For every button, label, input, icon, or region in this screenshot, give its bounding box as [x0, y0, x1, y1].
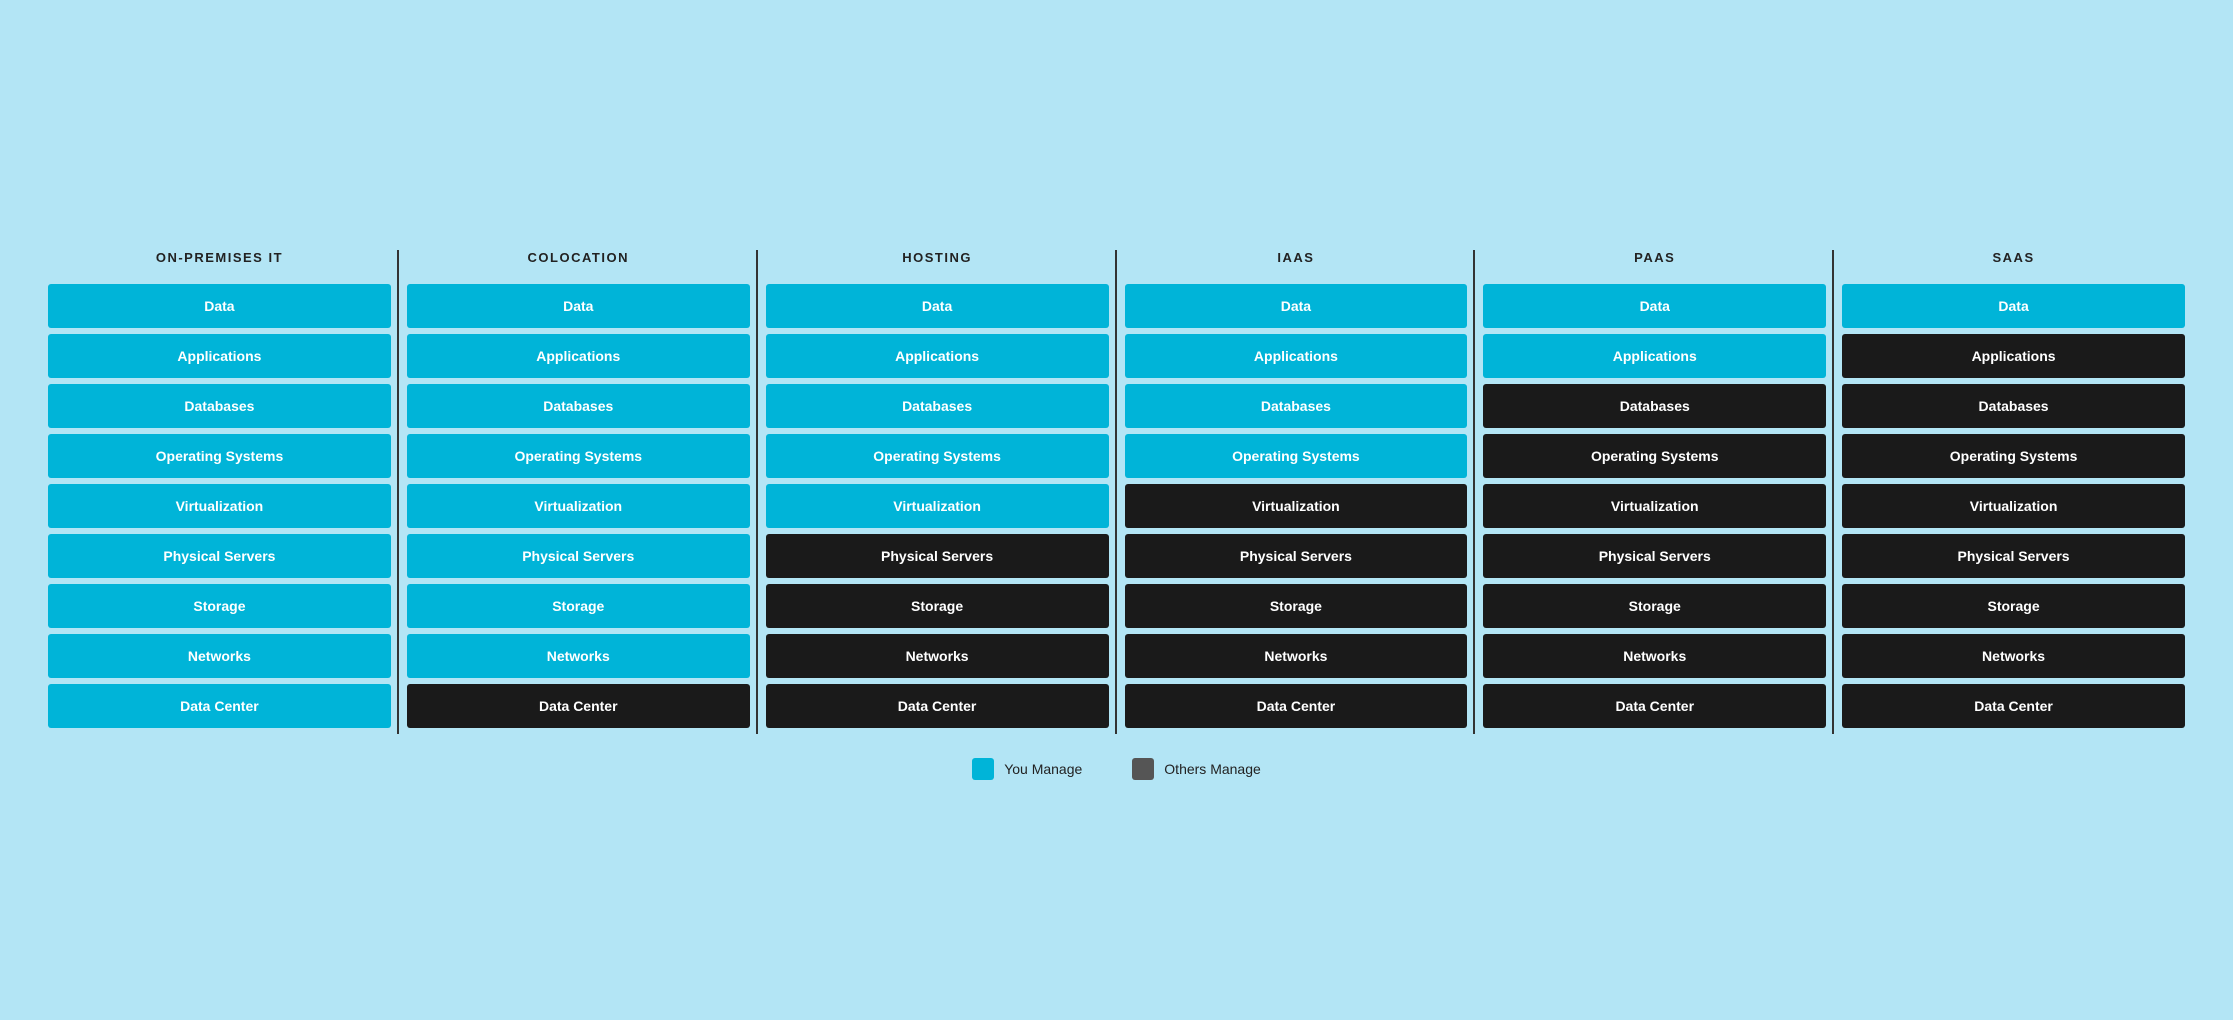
- legend-box-dark: [1132, 758, 1154, 780]
- legend-you-manage-label: You Manage: [1004, 761, 1082, 777]
- cell-colocation-virtualization: Virtualization: [407, 484, 750, 528]
- cell-paas-applications: Applications: [1483, 334, 1826, 378]
- legend: You Manage Others Manage: [40, 758, 2193, 780]
- column-hosting: HOSTING Data Applications Databases Operatin…: [758, 250, 1117, 735]
- column-saas: SaaS Data Applications Databases Operating S…: [1834, 250, 2193, 735]
- main-container: ON-PREMISES IT Data Applications Databases O…: [20, 220, 2213, 801]
- cell-iaas-databases: Databases: [1125, 384, 1468, 428]
- cell-iaas-storage: Storage: [1125, 584, 1468, 628]
- cell-iaas-virtualization: Virtualization: [1125, 484, 1468, 528]
- cell-paas-physical-servers: Physical Servers: [1483, 534, 1826, 578]
- cell-hosting-data: Data: [766, 284, 1109, 328]
- cell-iaas-data: Data: [1125, 284, 1468, 328]
- cell-saas-data-center: Data Center: [1842, 684, 2185, 728]
- legend-you-manage: You Manage: [972, 758, 1082, 780]
- column-header-saas: SaaS: [1989, 250, 2039, 267]
- cell-saas-databases: Databases: [1842, 384, 2185, 428]
- cell-hosting-networks: Networks: [766, 634, 1109, 678]
- cell-on-premises-data: Data: [48, 284, 391, 328]
- cell-colocation-physical-servers: Physical Servers: [407, 534, 750, 578]
- cell-hosting-applications: Applications: [766, 334, 1109, 378]
- cell-saas-storage: Storage: [1842, 584, 2185, 628]
- column-header-hosting: HOSTING: [898, 250, 976, 267]
- cell-colocation-applications: Applications: [407, 334, 750, 378]
- cell-hosting-storage: Storage: [766, 584, 1109, 628]
- cell-on-premises-applications: Applications: [48, 334, 391, 378]
- column-header-paas: PaaS: [1630, 250, 1679, 267]
- cell-iaas-data-center: Data Center: [1125, 684, 1468, 728]
- cell-iaas-networks: Networks: [1125, 634, 1468, 678]
- cell-hosting-physical-servers: Physical Servers: [766, 534, 1109, 578]
- cell-hosting-databases: Databases: [766, 384, 1109, 428]
- cell-iaas-operating-systems: Operating Systems: [1125, 434, 1468, 478]
- column-iaas: IaaS Data Applications Databases Operating S…: [1117, 250, 1476, 735]
- cell-on-premises-networks: Networks: [48, 634, 391, 678]
- cell-saas-networks: Networks: [1842, 634, 2185, 678]
- legend-others-manage-label: Others Manage: [1164, 761, 1261, 777]
- cell-colocation-data: Data: [407, 284, 750, 328]
- column-on-premises: ON-PREMISES IT Data Applications Databases O…: [40, 250, 399, 735]
- cell-on-premises-data-center: Data Center: [48, 684, 391, 728]
- column-header-on-premises: ON-PREMISES IT: [152, 250, 287, 267]
- cell-saas-operating-systems: Operating Systems: [1842, 434, 2185, 478]
- cell-on-premises-databases: Databases: [48, 384, 391, 428]
- cell-saas-applications: Applications: [1842, 334, 2185, 378]
- cell-paas-operating-systems: Operating Systems: [1483, 434, 1826, 478]
- cell-colocation-networks: Networks: [407, 634, 750, 678]
- legend-others-manage: Others Manage: [1132, 758, 1261, 780]
- cell-paas-databases: Databases: [1483, 384, 1826, 428]
- cell-saas-virtualization: Virtualization: [1842, 484, 2185, 528]
- cell-paas-virtualization: Virtualization: [1483, 484, 1826, 528]
- cell-on-premises-virtualization: Virtualization: [48, 484, 391, 528]
- cell-on-premises-storage: Storage: [48, 584, 391, 628]
- cell-on-premises-physical-servers: Physical Servers: [48, 534, 391, 578]
- cell-colocation-operating-systems: Operating Systems: [407, 434, 750, 478]
- columns-wrapper: ON-PREMISES IT Data Applications Databases O…: [40, 250, 2193, 735]
- legend-box-blue: [972, 758, 994, 780]
- cell-iaas-applications: Applications: [1125, 334, 1468, 378]
- cell-colocation-storage: Storage: [407, 584, 750, 628]
- cell-colocation-databases: Databases: [407, 384, 750, 428]
- cell-colocation-data-center: Data Center: [407, 684, 750, 728]
- column-header-colocation: COLOCATION: [524, 250, 633, 267]
- cell-paas-data: Data: [1483, 284, 1826, 328]
- cell-hosting-operating-systems: Operating Systems: [766, 434, 1109, 478]
- cell-on-premises-operating-systems: Operating Systems: [48, 434, 391, 478]
- cell-saas-physical-servers: Physical Servers: [1842, 534, 2185, 578]
- column-header-iaas: IaaS: [1273, 250, 1318, 267]
- cell-hosting-data-center: Data Center: [766, 684, 1109, 728]
- cell-paas-data-center: Data Center: [1483, 684, 1826, 728]
- cell-paas-networks: Networks: [1483, 634, 1826, 678]
- cell-saas-data: Data: [1842, 284, 2185, 328]
- column-colocation: COLOCATION Data Applications Databases Opera…: [399, 250, 758, 735]
- cell-paas-storage: Storage: [1483, 584, 1826, 628]
- cell-iaas-physical-servers: Physical Servers: [1125, 534, 1468, 578]
- column-paas: PaaS Data Applications Databases Operating S…: [1475, 250, 1834, 735]
- cell-hosting-virtualization: Virtualization: [766, 484, 1109, 528]
